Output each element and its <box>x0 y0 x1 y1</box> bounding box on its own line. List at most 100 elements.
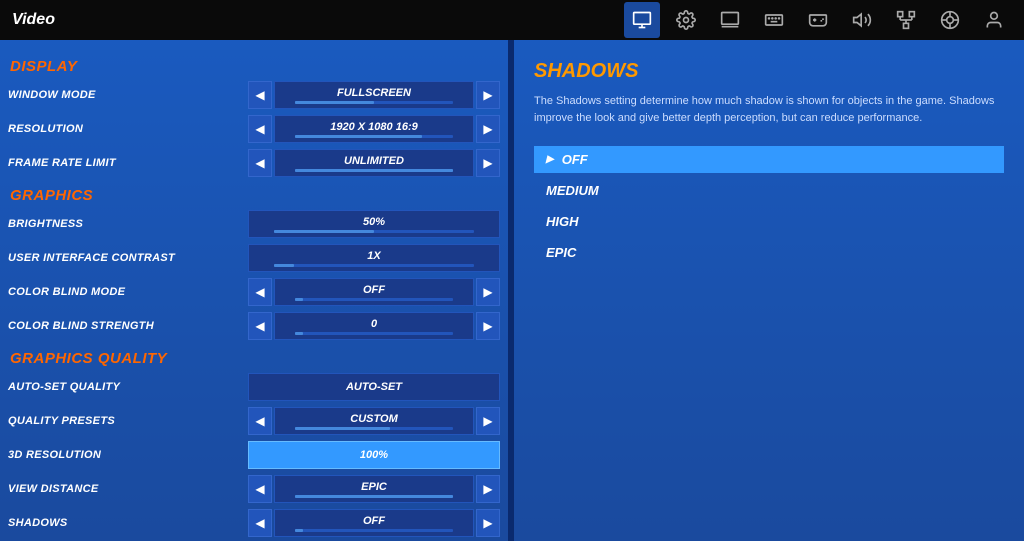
window-mode-control: ◀ FULLSCREEN ▶ <box>248 81 500 109</box>
shadow-option-off-bullet: ▶ <box>546 154 554 165</box>
window-mode-right-arrow[interactable]: ▶ <box>476 81 500 109</box>
color-blind-strength-control: ◀ 0 ▶ <box>248 312 500 340</box>
shadow-option-medium-label: MEDIUM <box>546 183 599 198</box>
ui-contrast-label: USER INTERFACE CONTRAST <box>8 252 248 264</box>
shadow-option-epic-label: EPIC <box>546 245 576 260</box>
resolution-value: 1920 X 1080 16:9 <box>274 115 474 143</box>
brightness-row: BRIGHTNESS 50% <box>8 208 500 240</box>
nav-keyboard-icon[interactable] <box>756 2 792 38</box>
frame-rate-right-arrow[interactable]: ▶ <box>476 149 500 177</box>
quality-presets-row: QUALITY PRESETS ◀ CUSTOM ▶ <box>8 405 500 437</box>
resolution-label: RESOLUTION <box>8 123 248 135</box>
nav-controller-icon[interactable] <box>800 2 836 38</box>
frame-rate-value: UNLIMITED <box>274 149 474 177</box>
view-distance-slider <box>295 495 453 498</box>
color-blind-strength-slider <box>295 332 453 335</box>
shadows-left-arrow[interactable]: ◀ <box>248 509 272 537</box>
resolution-left-arrow[interactable]: ◀ <box>248 115 272 143</box>
color-blind-mode-control: ◀ OFF ▶ <box>248 278 500 306</box>
frame-rate-row: FRAME RATE LIMIT ◀ UNLIMITED ▶ <box>8 147 500 179</box>
shadow-option-epic[interactable]: EPIC <box>534 239 1004 266</box>
window-mode-row: WINDOW MODE ◀ FULLSCREEN ▶ <box>8 79 500 111</box>
shadow-option-off[interactable]: ▶ OFF <box>534 146 1004 173</box>
ui-contrast-row: USER INTERFACE CONTRAST 1x <box>8 242 500 274</box>
nav-display2-icon[interactable] <box>712 2 748 38</box>
brightness-control: 50% <box>248 210 500 238</box>
view-distance-control: ◀ EPIC ▶ <box>248 475 500 503</box>
right-panel: SHADOWS The Shadows setting determine ho… <box>514 40 1024 541</box>
nav-network-icon[interactable] <box>888 2 924 38</box>
quality-presets-control: ◀ CUSTOM ▶ <box>248 407 500 435</box>
frame-rate-left-arrow[interactable]: ◀ <box>248 149 272 177</box>
nav-gear-icon[interactable] <box>668 2 704 38</box>
window-mode-label: WINDOW MODE <box>8 89 248 101</box>
shadows-right-arrow[interactable]: ▶ <box>476 509 500 537</box>
color-blind-mode-row: COLOR BLIND MODE ◀ OFF ▶ <box>8 276 500 308</box>
shadows-control: ◀ OFF ▶ <box>248 509 500 537</box>
shadows-row: SHADOWS ◀ OFF ▶ <box>8 507 500 539</box>
3d-resolution-control: 100% <box>248 441 500 469</box>
nav-icons <box>624 2 1012 38</box>
shadows-label: SHADOWS <box>8 517 248 529</box>
color-blind-mode-value: OFF <box>274 278 474 306</box>
quality-presets-left-arrow[interactable]: ◀ <box>248 407 272 435</box>
window-mode-value: FULLSCREEN <box>274 81 474 109</box>
color-blind-mode-right-arrow[interactable]: ▶ <box>476 278 500 306</box>
brightness-label: BRIGHTNESS <box>8 218 248 230</box>
nav-user-icon[interactable] <box>976 2 1012 38</box>
color-blind-mode-label: COLOR BLIND MODE <box>8 286 248 298</box>
shadow-option-medium[interactable]: MEDIUM <box>534 177 1004 204</box>
main-content: DISPLAY WINDOW MODE ◀ FULLSCREEN ▶ RESOL… <box>0 40 1024 541</box>
quality-presets-label: QUALITY PRESETS <box>8 415 248 427</box>
color-blind-strength-right-arrow[interactable]: ▶ <box>476 312 500 340</box>
view-distance-row: VIEW DISTANCE ◀ EPIC ▶ <box>8 473 500 505</box>
nav-monitor-icon[interactable] <box>624 2 660 38</box>
window-mode-left-arrow[interactable]: ◀ <box>248 81 272 109</box>
shadow-option-high[interactable]: HIGH <box>534 208 1004 235</box>
brightness-slider[interactable] <box>274 230 474 233</box>
shadow-panel-title: SHADOWS <box>534 60 1004 83</box>
color-blind-mode-slider <box>295 298 453 301</box>
nav-gamepad-icon[interactable] <box>932 2 968 38</box>
quality-presets-right-arrow[interactable]: ▶ <box>476 407 500 435</box>
brightness-value: 50% <box>248 210 500 238</box>
shadows-value: OFF <box>274 509 474 537</box>
resolution-row: RESOLUTION ◀ 1920 X 1080 16:9 ▶ <box>8 113 500 145</box>
shadows-slider <box>295 529 453 532</box>
color-blind-strength-label: COLOR BLIND STRENGTH <box>8 320 248 332</box>
frame-rate-slider <box>295 169 453 172</box>
auto-set-quality-label: AUTO-SET QUALITY <box>8 381 248 393</box>
view-distance-value: EPIC <box>274 475 474 503</box>
color-blind-mode-left-arrow[interactable]: ◀ <box>248 278 272 306</box>
3d-resolution-value[interactable]: 100% <box>248 441 500 469</box>
ui-contrast-slider[interactable] <box>274 264 474 267</box>
graphics-section-header: GRAPHICS <box>10 187 500 204</box>
ui-contrast-value: 1x <box>248 244 500 272</box>
top-bar: Video <box>0 0 1024 40</box>
shadow-option-off-label: OFF <box>562 152 588 167</box>
shadow-options-list: ▶ OFF MEDIUM HIGH EPIC <box>534 146 1004 266</box>
auto-set-quality-row: AUTO-SET QUALITY AUTO-SET <box>8 371 500 403</box>
3d-resolution-label: 3D RESOLUTION <box>8 449 248 461</box>
3d-resolution-row: 3D RESOLUTION 100% <box>8 439 500 471</box>
view-distance-left-arrow[interactable]: ◀ <box>248 475 272 503</box>
view-distance-right-arrow[interactable]: ▶ <box>476 475 500 503</box>
nav-audio-icon[interactable] <box>844 2 880 38</box>
color-blind-strength-row: COLOR BLIND STRENGTH ◀ 0 ▶ <box>8 310 500 342</box>
graphics-quality-section-header: GRAPHICS QUALITY <box>10 350 500 367</box>
resolution-right-arrow[interactable]: ▶ <box>476 115 500 143</box>
quality-presets-value: CUSTOM <box>274 407 474 435</box>
frame-rate-label: FRAME RATE LIMIT <box>8 157 248 169</box>
left-panel: DISPLAY WINDOW MODE ◀ FULLSCREEN ▶ RESOL… <box>0 40 510 541</box>
page-title: Video <box>12 11 55 29</box>
color-blind-strength-value: 0 <box>274 312 474 340</box>
view-distance-label: VIEW DISTANCE <box>8 483 248 495</box>
auto-set-quality-value[interactable]: AUTO-SET <box>248 373 500 401</box>
color-blind-strength-left-arrow[interactable]: ◀ <box>248 312 272 340</box>
display-section-header: DISPLAY <box>10 58 500 75</box>
shadow-panel-description: The Shadows setting determine how much s… <box>534 93 1004 126</box>
shadow-option-high-label: HIGH <box>546 214 579 229</box>
quality-presets-slider <box>295 427 453 430</box>
auto-set-quality-control: AUTO-SET <box>248 373 500 401</box>
frame-rate-control: ◀ UNLIMITED ▶ <box>248 149 500 177</box>
